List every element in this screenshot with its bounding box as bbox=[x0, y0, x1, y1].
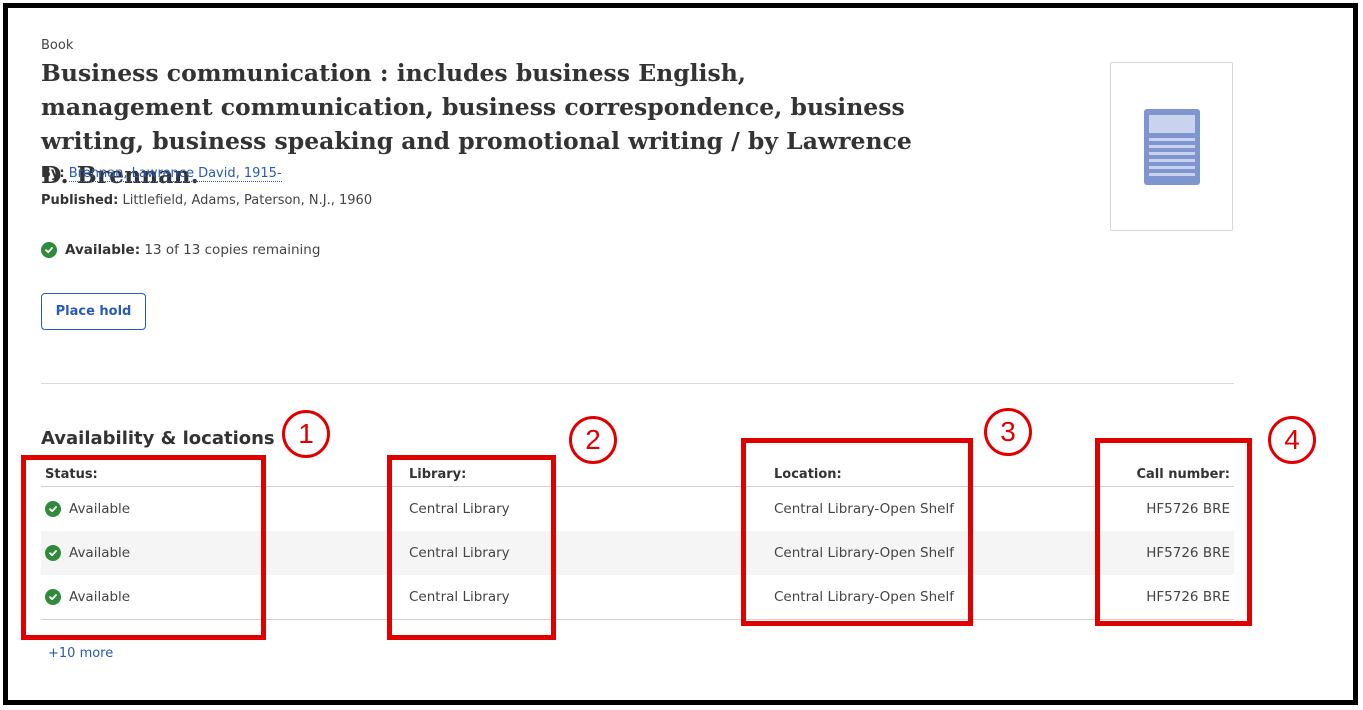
author-line: By: Brennan, Lawrence David, 1915- bbox=[41, 166, 282, 182]
annotation-badge-2: 2 bbox=[569, 416, 617, 464]
published-label: Published: bbox=[41, 193, 119, 208]
author-link[interactable]: Brennan, Lawrence David, 1915- bbox=[68, 166, 282, 182]
author-label: By: bbox=[41, 166, 65, 181]
annotation-box-library bbox=[387, 455, 556, 640]
availability-label: Available: bbox=[65, 242, 141, 258]
annotation-badge-3: 3 bbox=[984, 408, 1032, 456]
section-divider bbox=[41, 383, 1234, 384]
annotation-box-status bbox=[21, 455, 266, 640]
annotation-box-call-number bbox=[1095, 438, 1252, 626]
availability-section-title: Availability & locations bbox=[41, 428, 275, 449]
place-hold-button[interactable]: Place hold bbox=[41, 293, 146, 330]
annotation-box-location bbox=[741, 438, 973, 626]
book-cover-placeholder-icon bbox=[1143, 108, 1200, 185]
check-circle-icon bbox=[41, 242, 57, 258]
availability-summary: Available: 13 of 13 copies remaining bbox=[41, 242, 320, 258]
annotation-badge-1: 1 bbox=[282, 410, 330, 458]
show-more-link[interactable]: +10 more bbox=[48, 646, 113, 661]
book-cover bbox=[1110, 62, 1233, 231]
availability-count: 13 of 13 copies remaining bbox=[144, 242, 321, 258]
published-value: Littlefield, Adams, Paterson, N.J., 1960 bbox=[122, 193, 373, 208]
format-label: Book bbox=[41, 38, 74, 53]
published-line: Published: Littlefield, Adams, Paterson,… bbox=[41, 193, 372, 208]
annotation-badge-4: 4 bbox=[1268, 416, 1316, 464]
